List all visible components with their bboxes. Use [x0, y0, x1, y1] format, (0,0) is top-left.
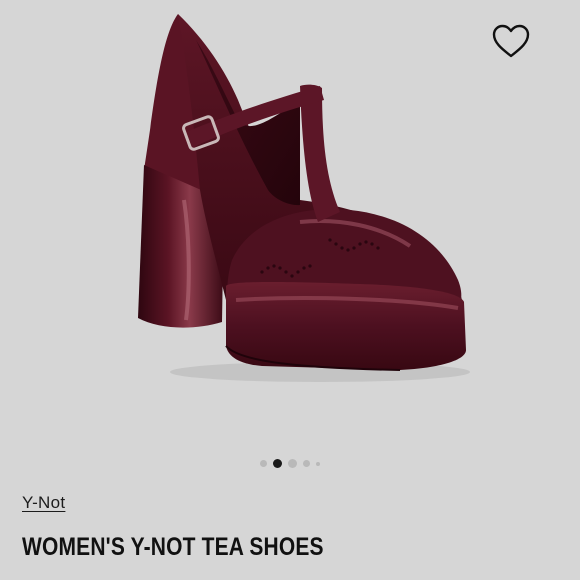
brand-link[interactable]: Y-Not: [22, 493, 65, 513]
product-image[interactable]: [0, 0, 580, 450]
carousel-dot[interactable]: [288, 459, 297, 468]
platform-sole: [226, 282, 466, 370]
carousel-dot[interactable]: [316, 461, 320, 466]
product-title: WOMEN'S Y-NOT TEA SHOES: [22, 533, 324, 561]
carousel-dot[interactable]: [260, 460, 267, 467]
carousel-dot[interactable]: [303, 460, 310, 467]
image-carousel-dots: [0, 459, 580, 468]
carousel-dot-active[interactable]: [273, 459, 282, 468]
favorite-button[interactable]: [488, 20, 534, 62]
listing-screen: Y-Not WOMEN'S Y-NOT TEA SHOES: [0, 0, 580, 580]
heart-outline-icon: [492, 24, 530, 58]
